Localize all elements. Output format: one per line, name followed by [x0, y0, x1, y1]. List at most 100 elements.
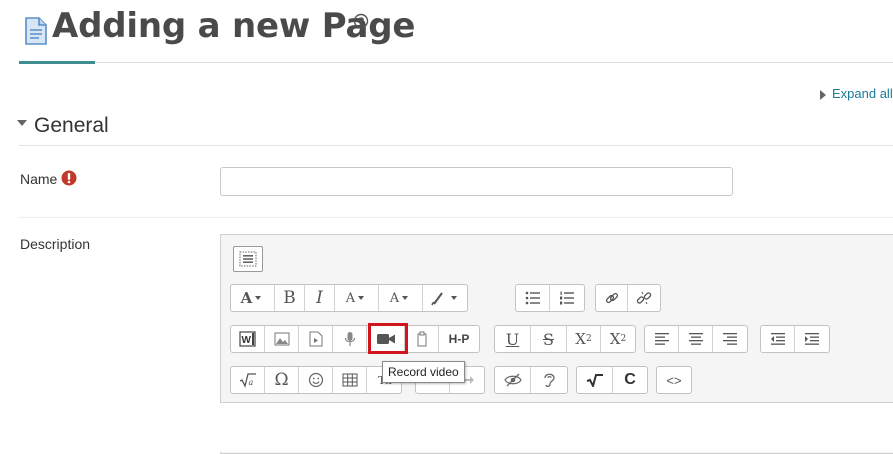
link-icon	[605, 292, 618, 304]
help-icon[interactable]	[353, 13, 369, 29]
chemistry-editor-button[interactable]: C	[613, 367, 647, 393]
subscript-num: 2	[585, 334, 592, 344]
font-style-label: A	[240, 289, 253, 307]
math-editor-button[interactable]	[577, 367, 613, 393]
insert-group: a Ω Tx	[230, 366, 402, 394]
indent-button[interactable]	[795, 326, 829, 352]
numbered-list-icon	[560, 291, 574, 305]
emoticon-button[interactable]	[299, 367, 333, 393]
required-icon	[61, 170, 77, 186]
brush-icon	[431, 292, 443, 306]
paste-button[interactable]	[405, 326, 439, 352]
font-color-label: A	[389, 290, 400, 306]
indent-icon	[805, 333, 819, 345]
section-divider	[19, 145, 893, 146]
row-divider	[19, 217, 893, 218]
align-center-icon	[688, 333, 703, 345]
format-group: U S X2 X2	[494, 325, 636, 353]
dropdown-arrow-icon	[255, 296, 262, 300]
unlink-button[interactable]	[628, 285, 660, 311]
unordered-list-button[interactable]	[516, 285, 550, 311]
text-style-group: A B I A A	[230, 284, 468, 312]
section-title: General	[34, 114, 109, 137]
dropdown-arrow-icon	[358, 296, 365, 300]
superscript-num: 2	[620, 334, 627, 344]
font-size-button[interactable]: A	[335, 285, 379, 311]
outdent-icon	[770, 333, 785, 345]
font-size-label: A	[345, 290, 356, 306]
screenreader-helper-button[interactable]	[531, 367, 567, 393]
description-label: Description	[20, 236, 91, 252]
word-import-button[interactable]: W	[231, 326, 265, 352]
equation-icon: a	[239, 373, 256, 388]
bullet-list-icon	[525, 291, 540, 305]
align-right-button[interactable]	[713, 326, 747, 352]
background-color-button[interactable]	[423, 285, 467, 311]
media-group: W H-P	[230, 325, 480, 353]
word-import-icon: W	[238, 331, 256, 347]
html-button[interactable]: <>	[657, 367, 691, 393]
table-icon	[342, 373, 357, 387]
link-button[interactable]	[596, 285, 628, 311]
subscript-base: X	[575, 330, 586, 348]
svg-text:a: a	[248, 378, 253, 387]
dropdown-arrow-icon	[402, 296, 409, 300]
record-video-button[interactable]	[367, 326, 405, 352]
font-color-button[interactable]: A	[379, 285, 423, 311]
title-divider	[19, 62, 893, 63]
subscript-button[interactable]: X2	[567, 326, 601, 352]
record-video-tooltip: Record video	[382, 361, 465, 383]
html-group: <>	[656, 366, 692, 394]
list-group	[515, 284, 585, 312]
outdent-button[interactable]	[761, 326, 795, 352]
align-right-icon	[723, 333, 737, 345]
accessibility-group	[494, 366, 568, 394]
italic-button[interactable]: I	[305, 285, 335, 311]
align-left-button[interactable]	[645, 326, 679, 352]
name-label: Name	[20, 171, 58, 187]
editor-content-area[interactable]	[220, 402, 893, 452]
math-group: C	[576, 366, 648, 394]
square-root-icon	[586, 374, 603, 387]
accessibility-checker-icon	[503, 373, 522, 387]
media-button[interactable]	[299, 326, 333, 352]
media-icon	[309, 331, 322, 347]
link-group	[595, 284, 661, 312]
accessibility-checker-button[interactable]	[495, 367, 531, 393]
superscript-base: X	[609, 330, 621, 348]
section-general-header[interactable]: General	[17, 114, 109, 138]
bold-button[interactable]: B	[275, 285, 305, 311]
image-icon	[274, 332, 289, 346]
align-left-icon	[654, 333, 669, 345]
image-button[interactable]	[265, 326, 299, 352]
microphone-icon	[344, 332, 355, 346]
toolbar-toggle-button[interactable]	[233, 246, 263, 272]
h5p-button[interactable]: H-P	[439, 326, 479, 352]
strikethrough-button[interactable]: S	[531, 326, 567, 352]
ear-icon	[544, 373, 555, 388]
expand-all-link[interactable]: Expand all	[820, 86, 893, 101]
clipboard-icon	[417, 331, 426, 347]
font-style-button[interactable]: A	[231, 285, 275, 311]
name-input[interactable]	[220, 167, 733, 196]
table-button[interactable]	[333, 367, 367, 393]
collapse-triangle-icon	[17, 120, 27, 127]
ordered-list-button[interactable]	[550, 285, 584, 311]
toolbar-toggle-icon	[239, 251, 257, 267]
video-camera-icon	[376, 334, 395, 344]
title-accent-bar	[19, 61, 95, 64]
svg-text:W: W	[241, 335, 251, 346]
align-group	[644, 325, 748, 353]
superscript-button[interactable]: X2	[601, 326, 635, 352]
underline-button[interactable]: U	[495, 326, 531, 352]
expand-all-label: Expand all	[832, 86, 893, 101]
unlink-icon	[636, 291, 652, 305]
smiley-icon	[308, 372, 323, 388]
equation-button[interactable]: a	[231, 367, 265, 393]
dropdown-arrow-icon	[451, 296, 457, 300]
indent-group	[760, 325, 830, 353]
align-center-button[interactable]	[679, 326, 713, 352]
page-icon	[23, 14, 49, 46]
record-audio-button[interactable]	[333, 326, 367, 352]
special-character-button[interactable]: Ω	[265, 367, 299, 393]
